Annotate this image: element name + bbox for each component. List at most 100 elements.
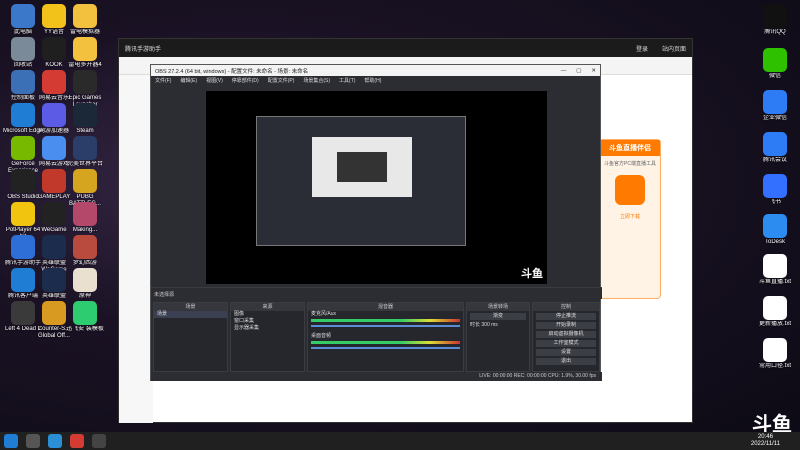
edge-icon[interactable]	[48, 434, 62, 448]
desktop-icon[interactable]: 腾讯会议	[754, 132, 796, 164]
scenes-panel: 场景 场景	[153, 302, 228, 372]
app-icon	[42, 4, 66, 28]
desktop-icon-label: 雷电多开器4	[68, 62, 102, 68]
app-icon	[763, 174, 787, 198]
app-icon	[763, 254, 787, 278]
desktop-icon-label: 腾讯会议	[762, 157, 787, 163]
preview-nested-screen	[337, 152, 387, 182]
app-icon	[763, 132, 787, 156]
transition-select[interactable]: 渐变	[470, 313, 526, 320]
desktop-icon[interactable]: Making...	[64, 202, 106, 234]
sources-header: 来源	[231, 303, 304, 311]
desktop-icon-label: 回收站	[13, 62, 32, 68]
source-item[interactable]: 窗口采集	[231, 318, 304, 325]
duration-label: 时长	[470, 322, 481, 328]
obs-menu-item[interactable]: 视图(V)	[206, 77, 223, 84]
app-icon	[42, 268, 66, 292]
obs-menu-item[interactable]: 场景集合(S)	[303, 77, 330, 84]
obs-menu-item[interactable]: 编辑(E)	[180, 77, 197, 84]
app-icon[interactable]	[70, 434, 84, 448]
system-clock[interactable]: 20:46 2022/11/11	[751, 434, 780, 448]
control-button[interactable]: 设置	[536, 349, 596, 356]
douyu-ad-card[interactable]: 斗鱼直播伴侣 斗鱼官方PC端直播工具 立即下载	[599, 139, 661, 299]
control-button[interactable]: 开始录制	[536, 322, 596, 329]
no-source-label: 未选择源	[154, 292, 175, 298]
desktop-icon[interactable]: 迅飞安 装模板	[64, 301, 106, 333]
login-link[interactable]: 登录	[636, 44, 648, 53]
desktop-icon-label: 此电脑	[13, 29, 32, 35]
desktop-icon-label: ToDesk	[764, 239, 785, 245]
desktop-icon-label: 梦幻西游	[72, 260, 97, 266]
duration-value: 300 ms	[481, 322, 498, 328]
obs-menu-item[interactable]: 停靠部件(D)	[232, 77, 259, 84]
mixer-channel-name: 麦克风/Aux	[311, 311, 337, 317]
app-icon	[42, 202, 66, 226]
transitions-panel: 场景转场 渐变 时长 300 ms	[466, 302, 530, 372]
desktop-icon[interactable]: ToDesk	[754, 214, 796, 246]
close-icon[interactable]: ✕	[591, 68, 596, 74]
scene-item[interactable]: 场景	[154, 311, 227, 318]
clock-date: 2022/11/11	[750, 441, 780, 447]
desktop-icon-label: 雷电模拟器	[69, 29, 100, 35]
obs-menubar: 文件(F) 编辑(E) 视图(V) 停靠部件(D) 配置文件(P) 场景集合(S) 工具(T…	[151, 76, 600, 85]
app-icon	[11, 4, 35, 28]
app-icon	[73, 301, 97, 325]
desktop-icon-label: 常用口径.txt	[758, 363, 791, 369]
app-icon	[73, 4, 97, 28]
desktop-icon[interactable]: 斗鱼直播.txt	[754, 254, 796, 286]
obs-menu-item[interactable]: 文件(F)	[155, 77, 171, 84]
obs-menu-item[interactable]: 工具(T)	[339, 77, 355, 84]
desktop-icon[interactable]: 腾讯QQ	[754, 4, 796, 36]
app-icon	[11, 37, 35, 61]
desktop-icon-label: 迅飞安 装模板	[66, 326, 104, 332]
obs-icon[interactable]	[92, 434, 106, 448]
mixer-meter	[311, 341, 460, 344]
desktop-icon[interactable]: 常用口径.txt	[754, 338, 796, 370]
obs-statusbar: LIVE: 00:00:00 REC: 00:00:00 CPU: 1.9%, …	[151, 372, 602, 381]
start-icon[interactable]	[4, 434, 18, 448]
duration-field[interactable]: 时长 300 ms	[467, 322, 529, 329]
app-icon	[763, 90, 787, 114]
app-icon	[73, 235, 97, 259]
maximize-icon[interactable]: ▢	[576, 68, 581, 74]
obs-menu-item[interactable]: 配置文件(P)	[268, 77, 295, 84]
obs-preview[interactable]: 斗鱼	[206, 91, 547, 284]
desktop-icon-label: 完美世界平台	[66, 161, 103, 167]
desktop-icon[interactable]: 更新播放.txt	[754, 296, 796, 328]
control-button[interactable]: 停止推流	[536, 313, 596, 320]
desktop-icon-label: KOOK	[45, 62, 63, 68]
control-button[interactable]: 工作室模式	[536, 340, 596, 347]
minimize-icon[interactable]: —	[561, 68, 567, 74]
app-icon	[73, 70, 97, 94]
desktop-icon[interactable]: 雷电模拟器	[64, 4, 106, 36]
control-button[interactable]: 启动虚拟摄像机	[536, 331, 596, 338]
obs-menu-item[interactable]: 帮助(H)	[364, 77, 381, 84]
site-link[interactable]: 站内页面	[662, 44, 686, 53]
desktop-icon[interactable]: Steam	[64, 103, 106, 135]
search-icon[interactable]	[26, 434, 40, 448]
app-icon	[73, 136, 97, 160]
app-icon	[11, 169, 35, 193]
desktop-icon-label: 微信	[768, 73, 781, 79]
source-item[interactable]: 显示器采集	[231, 325, 304, 332]
taskbar: 20:46 2022/11/11	[0, 432, 800, 450]
source-item[interactable]: 图像	[231, 311, 304, 318]
desktop-icon[interactable]: 微信	[754, 48, 796, 80]
app-icon	[42, 136, 66, 160]
volume-slider[interactable]	[311, 347, 460, 349]
app-icon	[73, 103, 97, 127]
desktop-icon[interactable]: 飞书	[754, 174, 796, 206]
desktop-icon[interactable]: 梦幻西游	[64, 235, 106, 267]
controls-panel: 控制 停止推流 开始录制 启动虚拟摄像机 工作室模式 设置 退出	[532, 302, 600, 372]
volume-slider[interactable]	[311, 325, 460, 327]
app-icon	[73, 169, 97, 193]
desktop-icon[interactable]: 企业微信	[754, 90, 796, 122]
app-icon	[763, 296, 787, 320]
douyu-download-button[interactable]: 立即下载	[600, 213, 660, 220]
douyu-logo-icon	[615, 175, 645, 205]
desktop-icon[interactable]: 雷电多开器4	[64, 37, 106, 69]
desktop-icon[interactable]: 完美世界平台	[64, 136, 106, 168]
control-button[interactable]: 退出	[536, 358, 596, 365]
desktop-icon[interactable]: 原神	[64, 268, 106, 300]
obs-title: OBS 27.2.4 (64 bit, windows) - 配置文件: 未命名…	[155, 68, 309, 75]
